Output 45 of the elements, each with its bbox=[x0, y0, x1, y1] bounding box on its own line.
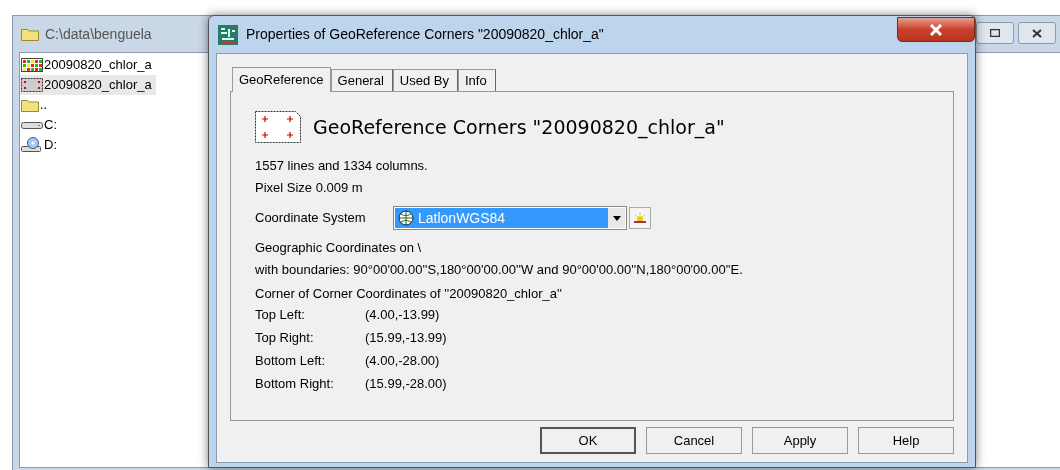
corner-label: Bottom Left: bbox=[255, 352, 327, 370]
drive-icon bbox=[21, 120, 43, 130]
corner-value: (15.99,-28.00) bbox=[365, 375, 447, 393]
info-text: Pixel Size 0.009 m bbox=[255, 179, 363, 196]
info-text: 1557 lines and 1334 columns. bbox=[255, 157, 428, 174]
info-text: with boundaries: 90°00'00.00''S,180°00'00.00''W and 90°00'00.00''N,180°00'00.00''E. bbox=[255, 261, 743, 278]
dialog-button[interactable]: Help bbox=[858, 427, 954, 454]
close-button[interactable] bbox=[1018, 22, 1056, 44]
heading: GeoReference Corners "20090820_chlor_a" bbox=[313, 114, 725, 141]
folder-icon bbox=[21, 27, 39, 41]
info-text: Corner of Corner Coordinates of ''20090820_chlor_a'' bbox=[255, 285, 562, 302]
info-text: Geographic Coordinates on \ bbox=[255, 239, 422, 256]
corner-value: (4.00,-13.99) bbox=[365, 306, 440, 324]
tab[interactable]: GeoReference bbox=[232, 67, 331, 92]
corner-value: (15.99,-13.99) bbox=[365, 329, 447, 347]
corner-label: Top Right: bbox=[255, 329, 315, 347]
close-icon bbox=[1032, 28, 1042, 38]
corner-marks-icon bbox=[255, 111, 301, 143]
tab[interactable]: General bbox=[330, 69, 393, 91]
dialog-button[interactable]: Apply bbox=[752, 427, 848, 454]
dialog-button[interactable]: OK bbox=[540, 427, 636, 454]
dialog-button[interactable]: Cancel bbox=[646, 427, 742, 454]
corner-marks-icon bbox=[21, 78, 43, 92]
file-list-item[interactable]: C: bbox=[20, 115, 61, 135]
corner-label: Top Left: bbox=[255, 306, 306, 324]
field-label: Coordinate System bbox=[255, 209, 367, 228]
tab[interactable]: Used By bbox=[392, 69, 458, 91]
close-icon bbox=[929, 23, 943, 36]
restore-icon bbox=[990, 29, 1000, 37]
file-list-item[interactable]: D: bbox=[20, 135, 61, 155]
restore-button[interactable] bbox=[976, 22, 1014, 44]
window-title: C:\data\benguela bbox=[45, 24, 152, 44]
dialog-close-button[interactable] bbox=[897, 17, 975, 42]
file-list-item[interactable]: 20090820_chlor_a bbox=[20, 75, 156, 95]
folder-icon bbox=[21, 98, 39, 112]
file-list-item[interactable]: 20090820_chlor_a bbox=[20, 55, 156, 75]
sun-button[interactable] bbox=[629, 207, 651, 229]
corner-label: Bottom Right: bbox=[255, 375, 335, 393]
file-list-item[interactable]: .. bbox=[20, 95, 52, 115]
sun-icon bbox=[633, 212, 647, 224]
dialog-title: Properties of GeoReference Corners "20090820_chlor_a" bbox=[246, 25, 604, 44]
tab[interactable]: Info bbox=[457, 69, 496, 91]
globe-icon bbox=[398, 210, 414, 226]
app-logo-icon bbox=[218, 24, 238, 45]
corner-value: (4.00,-28.00) bbox=[365, 352, 440, 370]
